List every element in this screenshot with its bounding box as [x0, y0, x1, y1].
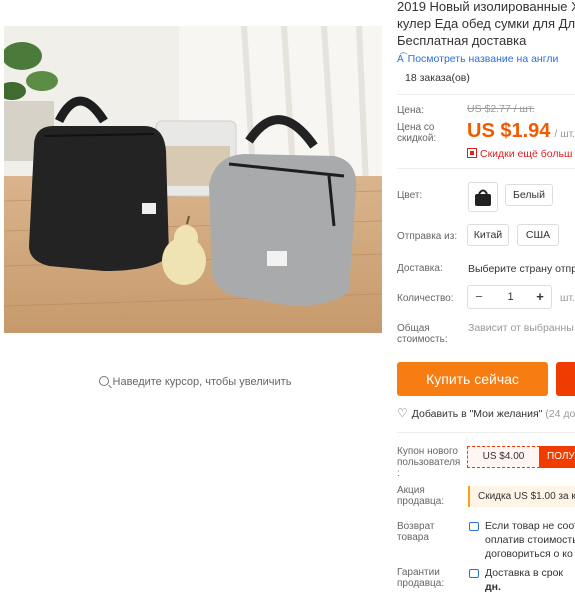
guarantee-text-line: дн. — [485, 581, 501, 593]
add-to-wishlist-link[interactable]: ♡ Добавить в "Мои желания" (24 до — [397, 406, 575, 420]
quantity-increase-button[interactable]: + — [529, 286, 551, 308]
divider — [397, 432, 575, 433]
buy-now-button[interactable]: Купить сейчас — [397, 362, 548, 396]
total-label-line: стоимость: — [397, 334, 448, 345]
quantity-input[interactable]: 1 — [490, 286, 531, 308]
add-to-cart-button[interactable] — [556, 362, 575, 396]
returns-text-line: Если товар не соот — [485, 520, 575, 532]
coupon-label-line: пользователя — [397, 457, 461, 468]
translate-icon: A͡ — [397, 54, 404, 65]
guarantee-label-line: Гарантии — [397, 567, 440, 578]
returns-text-line: оплатив стоимость — [485, 534, 575, 546]
zoom-hint: Наведите курсор, чтобы увеличить — [0, 376, 390, 388]
guarantee-text-line: Доставка в срок — [485, 567, 564, 579]
discount-price-label: Цена со скидкой: — [397, 122, 436, 144]
ship-from-usa[interactable]: США — [517, 224, 559, 246]
quantity-stepper: − 1 + — [467, 285, 552, 309]
seller-label-line: Акция — [397, 485, 425, 496]
app-discount-link[interactable]: Скидки ещё больш — [467, 148, 572, 160]
price-label: Цена: — [397, 105, 424, 116]
color-label: Цвет: — [397, 190, 423, 201]
returns-label-line: Возврат — [397, 521, 435, 532]
coupon-label-line: : — [397, 468, 400, 479]
price-value: US $1.94 — [467, 120, 551, 142]
wishlist-text: Добавить в "Мои желания" — [411, 408, 543, 420]
heart-icon: ♡ — [397, 406, 408, 420]
gallery-area: Наведите курсор, чтобы увеличить — [0, 0, 390, 604]
total-value: Зависит от выбранны — [468, 322, 574, 334]
color-swatch-black[interactable] — [468, 182, 498, 212]
seller-label-line: продавца: — [397, 496, 445, 507]
color-option-white[interactable]: Белый — [505, 184, 553, 206]
quantity-label: Количество: — [397, 293, 454, 304]
product-details: 2019 Новый изолированные X кулер Еда обе… — [397, 0, 575, 604]
guarantee-text: Доставка в срок дн. — [485, 566, 563, 594]
app-discount-text: Скидки ещё больш — [480, 148, 573, 160]
ship-from-label: Отправка из: — [397, 231, 458, 242]
title-line: кулер Еда обед сумки для Для — [397, 16, 575, 31]
new-user-coupon-label: Купон нового пользователя : — [397, 446, 460, 479]
old-price: US $2.77 / шт. — [467, 103, 535, 115]
title-line: 2019 Новый изолированные X — [397, 0, 575, 14]
coupon-label-line: Купон нового — [397, 446, 458, 457]
ship-from-china[interactable]: Китай — [467, 224, 509, 246]
product-image[interactable] — [4, 26, 382, 333]
get-coupon-button[interactable]: ПОЛУ — [539, 446, 575, 468]
guarantee-label-line: продавца: — [397, 578, 445, 589]
seller-promo-badge[interactable]: Скидка US $1.00 за к — [468, 486, 575, 507]
returns-label-line: товара — [397, 532, 429, 543]
translate-title-link[interactable]: A͡ Посмотреть название на англи — [397, 53, 558, 65]
seller-promo-label: Акция продавца: — [397, 485, 444, 507]
returns-icon — [469, 522, 479, 531]
total-label: Общая стоимость: — [397, 323, 448, 345]
returns-text: Если товар не соот оплатив стоимость дог… — [485, 519, 575, 561]
discount-label-line: скидкой: — [397, 133, 437, 144]
current-price: US $1.94/ шт. — [467, 120, 575, 143]
delivery-select-link[interactable]: Выберите страну отпр — [468, 263, 575, 275]
zoom-hint-text: Наведите курсор, чтобы увеличить — [112, 376, 292, 388]
divider — [397, 94, 575, 95]
search-icon — [98, 376, 109, 386]
orders-count: 18 заказа(ов) — [405, 72, 470, 84]
product-title: 2019 Новый изолированные X кулер Еда обе… — [397, 0, 575, 49]
price-unit: / шт. — [554, 128, 575, 140]
divider — [397, 168, 575, 169]
guarantee-label: Гарантии продавца: — [397, 567, 444, 589]
returns-label: Возврат товара — [397, 521, 435, 543]
translate-link-text: Посмотреть название на англи — [407, 53, 559, 65]
product-photo-illustration — [4, 26, 382, 333]
qr-code-icon — [467, 148, 477, 158]
delivery-label: Доставка: — [397, 263, 443, 274]
new-user-coupon-value: US $4.00 — [467, 446, 540, 468]
wishlist-count: (24 до — [545, 408, 575, 420]
delivery-truck-icon — [469, 569, 479, 578]
title-line: Бесплатная доставка — [397, 33, 527, 48]
bag-thumbnail-icon — [475, 189, 491, 206]
quantity-decrease-button[interactable]: − — [468, 286, 490, 308]
total-label-line: Общая — [397, 323, 430, 334]
discount-label-line: Цена со — [397, 122, 435, 133]
returns-text-line: договориться о ко — [485, 548, 573, 560]
quantity-unit: шт. — [560, 292, 575, 304]
